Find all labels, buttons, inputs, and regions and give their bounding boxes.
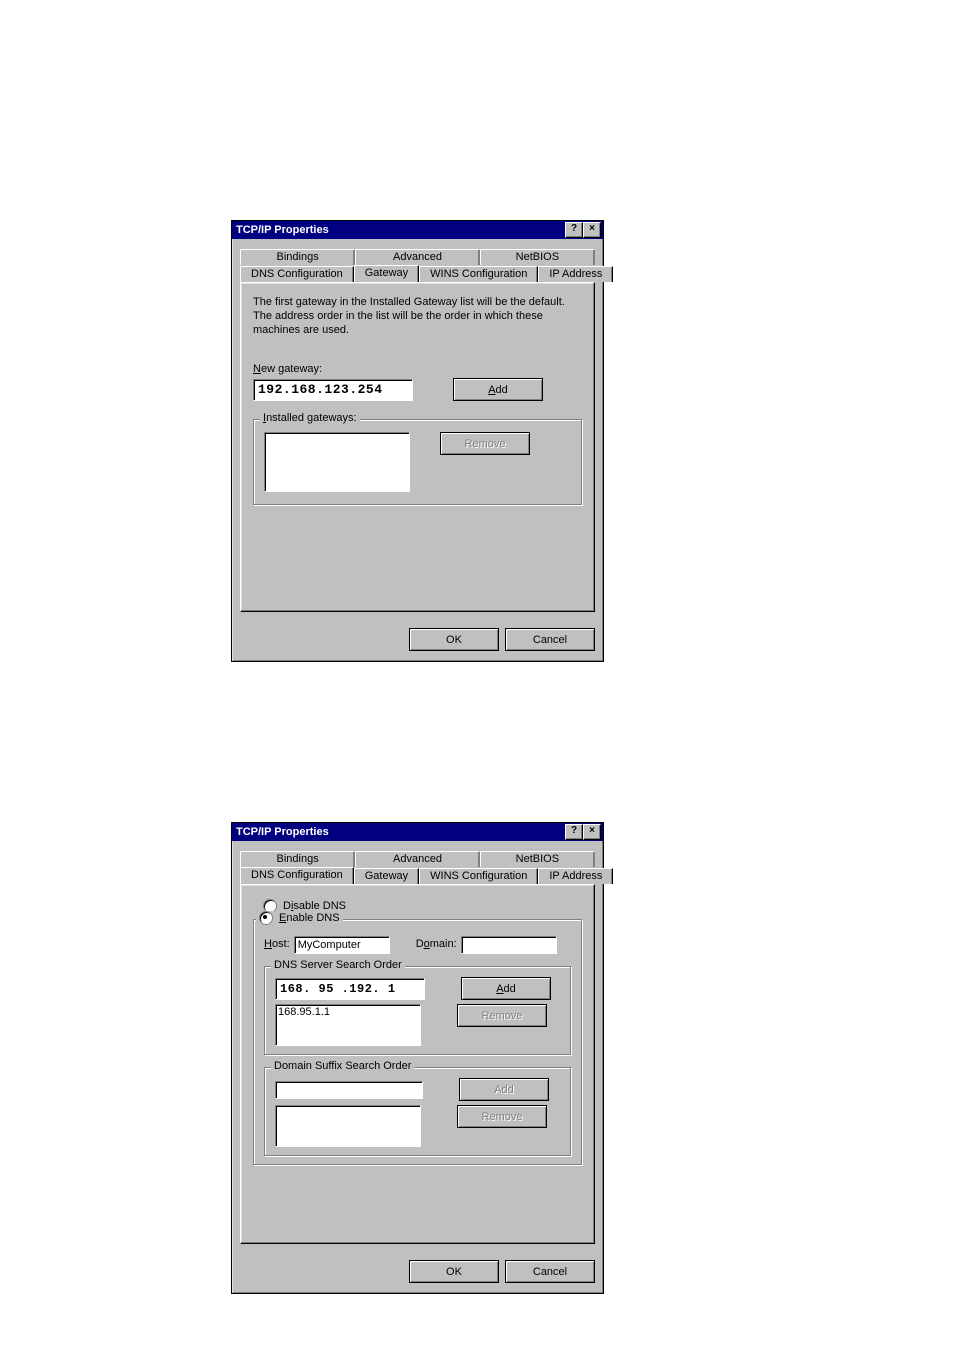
tab-gateway[interactable]: Gateway: [354, 868, 419, 884]
tab-wins-configuration[interactable]: WINS Configuration: [419, 868, 538, 884]
tab-row-back: Bindings Advanced NetBIOS: [240, 247, 595, 265]
dialog-gateway: TCP/IP Properties ? × Bindings Advanced …: [231, 220, 604, 662]
titlebar: TCP/IP Properties ? ×: [232, 823, 603, 841]
tab-netbios[interactable]: NetBIOS: [480, 249, 595, 265]
tab-row-front: DNS Configuration Gateway WINS Configura…: [240, 866, 595, 884]
dns-server-input[interactable]: 168. 95 .192. 1: [275, 978, 425, 1000]
tab-advanced[interactable]: Advanced: [355, 249, 480, 265]
remove-button: Remove: [440, 432, 530, 455]
dns-add-button[interactable]: Add: [461, 977, 551, 1000]
dns-input-row: 168. 95 .192. 1 Add: [275, 977, 560, 1000]
installed-gateways-group: Installed gateways: Remove: [253, 419, 582, 505]
titlebar-buttons: ? ×: [565, 824, 601, 840]
host-domain-row: Host: MyComputer Domain:: [264, 936, 571, 954]
new-gateway-row: 192.168.123.254 Add: [253, 378, 582, 401]
dialog-footer: OK Cancel: [232, 1252, 603, 1293]
dns-remove-button: Remove: [457, 1004, 547, 1027]
tab-ip-address[interactable]: IP Address: [538, 868, 613, 884]
ok-button[interactable]: OK: [409, 1260, 499, 1283]
suffix-add-button: Add: [459, 1078, 549, 1101]
cancel-button[interactable]: Cancel: [505, 1260, 595, 1283]
tabs: Bindings Advanced NetBIOS DNS Configurat…: [240, 849, 595, 885]
description-text: The first gateway in the Installed Gatew…: [253, 295, 582, 337]
installed-gateways-list[interactable]: [264, 432, 410, 492]
tab-gateway[interactable]: Gateway: [354, 265, 419, 282]
dns-server-list[interactable]: 168.95.1.1: [275, 1004, 421, 1046]
tab-row-front: DNS Configuration Gateway WINS Configura…: [240, 264, 595, 282]
host-label: Host:: [264, 938, 290, 950]
help-button[interactable]: ?: [565, 222, 583, 238]
dns-list-row: 168.95.1.1 Remove: [275, 1004, 560, 1046]
domain-suffix-group: Domain Suffix Search Order Add Remove: [264, 1067, 571, 1156]
tab-wins-configuration[interactable]: WINS Configuration: [419, 266, 538, 282]
installed-gateways-label: Installed gateways:: [260, 412, 360, 424]
domain-suffix-label: Domain Suffix Search Order: [271, 1060, 414, 1072]
suffix-input-row: Add: [275, 1078, 560, 1101]
help-button[interactable]: ?: [565, 824, 583, 840]
close-button[interactable]: ×: [583, 222, 601, 238]
add-button[interactable]: Add: [453, 378, 543, 401]
tab-dns-configuration[interactable]: DNS Configuration: [240, 266, 354, 282]
tab-panel-gateway: The first gateway in the Installed Gatew…: [240, 282, 595, 612]
suffix-list[interactable]: [275, 1105, 421, 1147]
titlebar-buttons: ? ×: [565, 222, 601, 238]
tab-dns-configuration[interactable]: DNS Configuration: [240, 867, 354, 884]
new-gateway-input[interactable]: 192.168.123.254: [253, 379, 413, 401]
radio-label: Enable DNS: [279, 912, 340, 924]
content: Bindings Advanced NetBIOS DNS Configurat…: [232, 239, 603, 620]
close-button[interactable]: ×: [583, 824, 601, 840]
suffix-list-row: Remove: [275, 1105, 560, 1147]
domain-label: Domain:: [416, 938, 457, 950]
radio-enable-dns[interactable]: Enable DNS: [259, 911, 340, 925]
radio-enable-dns-legend: Enable DNS: [256, 911, 343, 928]
suffix-input[interactable]: [275, 1081, 423, 1099]
tab-row-back: Bindings Advanced NetBIOS: [240, 849, 595, 867]
tab-ip-address[interactable]: IP Address: [538, 266, 613, 282]
window-title: TCP/IP Properties: [236, 224, 329, 236]
tabs: Bindings Advanced NetBIOS DNS Configurat…: [240, 247, 595, 283]
ok-button[interactable]: OK: [409, 628, 499, 651]
cancel-button[interactable]: Cancel: [505, 628, 595, 651]
tab-advanced[interactable]: Advanced: [355, 851, 480, 867]
window-title: TCP/IP Properties: [236, 826, 329, 838]
new-gateway-label: New gateway:: [253, 363, 322, 375]
titlebar: TCP/IP Properties ? ×: [232, 221, 603, 239]
dns-search-order-label: DNS Server Search Order: [271, 959, 405, 971]
dialog-dns: TCP/IP Properties ? × Bindings Advanced …: [231, 822, 604, 1294]
tab-netbios[interactable]: NetBIOS: [480, 851, 595, 867]
enable-dns-group: Enable DNS Host: MyComputer Domain: DNS …: [253, 919, 582, 1165]
radio-icon: [259, 911, 273, 925]
suffix-remove-button: Remove: [457, 1105, 547, 1128]
tab-bindings[interactable]: Bindings: [240, 249, 355, 265]
tab-panel-dns: Disable DNS Enable DNS Host: MyComputer …: [240, 884, 595, 1244]
content: Bindings Advanced NetBIOS DNS Configurat…: [232, 841, 603, 1252]
host-input[interactable]: MyComputer: [294, 936, 390, 954]
dialog-footer: OK Cancel: [232, 620, 603, 661]
domain-input[interactable]: [461, 936, 557, 954]
tab-bindings[interactable]: Bindings: [240, 851, 355, 867]
dns-search-order-group: DNS Server Search Order 168. 95 .192. 1 …: [264, 966, 571, 1055]
